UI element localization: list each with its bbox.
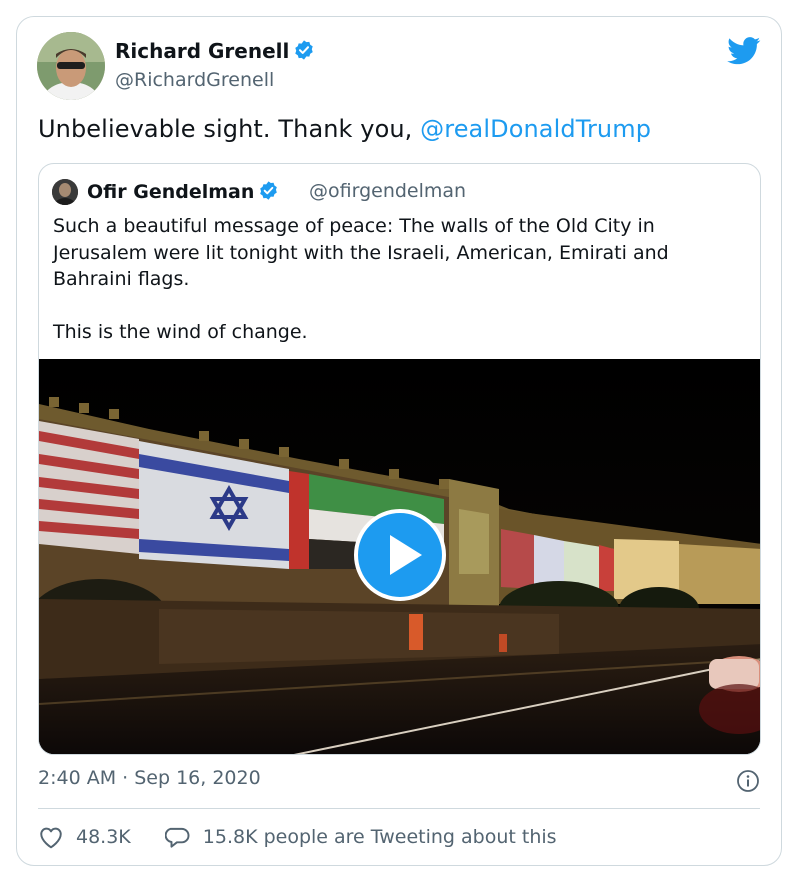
- author-name-text: Richard Grenell: [115, 39, 290, 63]
- like-count: 48.3K: [76, 826, 131, 848]
- tweet-timestamp[interactable]: 2:40 AM · Sep 16, 2020: [38, 767, 261, 789]
- author-handle[interactable]: @RichardGrenell: [115, 69, 274, 91]
- quoted-author-name-text: Ofir Gendelman: [87, 181, 255, 203]
- conversation-button[interactable]: 15.8K people are Tweeting about this: [164, 825, 557, 849]
- quoted-author-avatar[interactable]: [52, 179, 78, 205]
- quoted-author-name[interactable]: Ofir Gendelman: [87, 180, 279, 206]
- quoted-author-handle[interactable]: @ofirgendelman: [309, 180, 466, 202]
- tweet-actions: 48.3K 15.8K people are Tweeting about th…: [38, 823, 557, 851]
- play-icon: [390, 535, 422, 575]
- conversation-text: 15.8K people are Tweeting about this: [202, 826, 557, 848]
- heart-icon: [40, 827, 62, 849]
- quoted-tweet-text: Such a beautiful message of peace: The w…: [53, 213, 753, 345]
- quoted-paragraph: This is the wind of change.: [53, 320, 308, 343]
- quoted-tweet[interactable]: Ofir Gendelman @ofirgendelman Such a bea…: [38, 163, 761, 755]
- quoted-paragraph: Such a beautiful message of peace: The w…: [53, 215, 669, 290]
- info-icon[interactable]: [736, 769, 760, 797]
- divider: [38, 808, 760, 809]
- tweet-body: Unbelievable sight. Thank you,: [38, 115, 421, 143]
- verified-badge-icon: [293, 39, 315, 66]
- mention-link[interactable]: @realDonaldTrump: [420, 115, 651, 143]
- tweet-text: Unbelievable sight. Thank you, @realDona…: [38, 115, 651, 143]
- play-button[interactable]: [354, 509, 446, 601]
- tweet-card: Richard Grenell @RichardGrenell Unbeliev…: [16, 16, 782, 866]
- twitter-bird-icon[interactable]: [727, 37, 761, 69]
- verified-badge-icon: [258, 180, 279, 206]
- video-thumbnail[interactable]: [39, 359, 760, 754]
- like-button[interactable]: 48.3K: [38, 825, 131, 849]
- reply-bubble-icon: [164, 827, 190, 848]
- author-avatar[interactable]: [37, 32, 105, 100]
- author-name[interactable]: Richard Grenell: [115, 39, 315, 66]
